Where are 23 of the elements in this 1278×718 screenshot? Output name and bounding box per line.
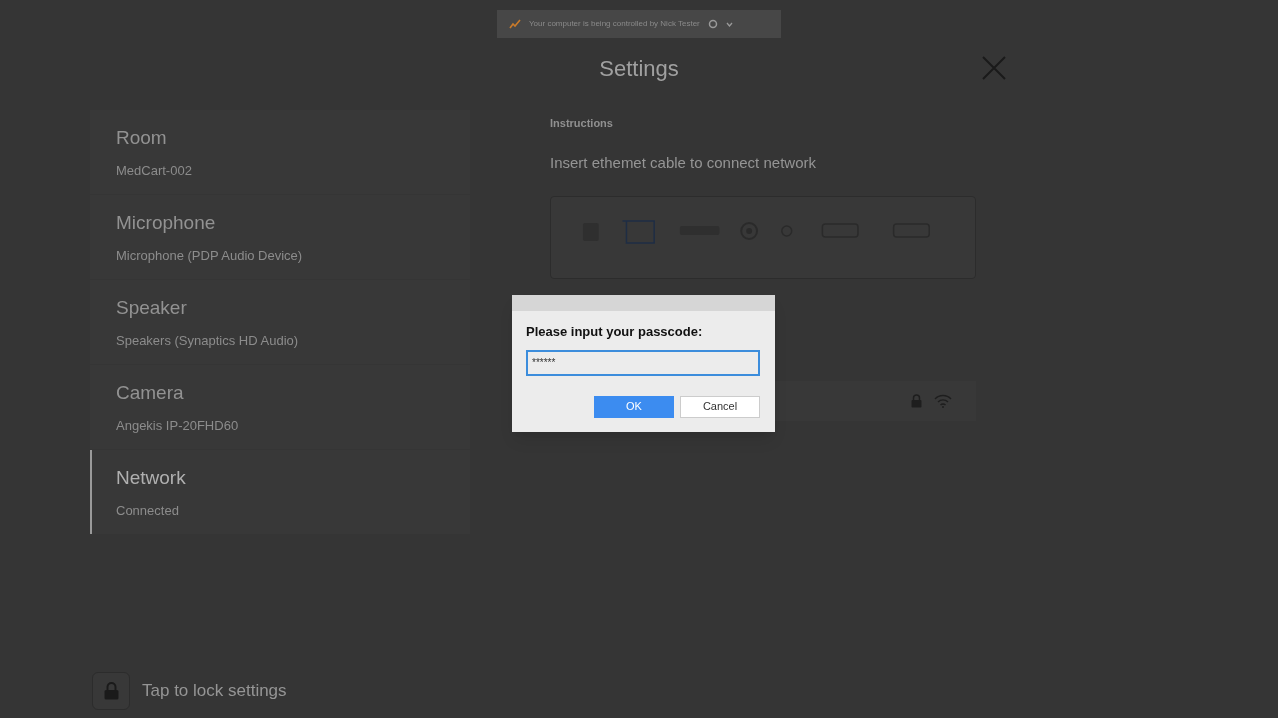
item-label: Network — [116, 466, 187, 490]
item-value: Microphone (PDP Audio Device) — [116, 246, 304, 265]
item-label: Room — [116, 126, 168, 150]
lock-settings-label: Tap to lock settings — [142, 680, 287, 703]
item-value: Angekis IP-20FHD60 — [116, 416, 240, 435]
item-value: Speakers (Synaptics HD Audio) — [116, 331, 300, 350]
dialog-prompt: Please input your passcode: — [526, 323, 704, 341]
instructions-heading: Instructions — [550, 116, 614, 131]
chart-logo-icon — [509, 19, 521, 29]
item-label: Speaker — [116, 296, 188, 320]
passcode-field[interactable]: ****** — [526, 349, 760, 376]
page-title: Settings — [599, 54, 679, 83]
instructions-text: Insert ethemet cable to connect network — [550, 152, 817, 173]
cancel-button[interactable]: Cancel — [680, 395, 760, 418]
chevron-down-icon[interactable] — [725, 21, 733, 27]
item-value: MedCart-002 — [116, 161, 193, 180]
wifi-icon — [934, 394, 952, 408]
lock-icon — [911, 394, 922, 408]
lock-icon — [103, 682, 119, 700]
ok-button[interactable]: OK — [594, 395, 674, 418]
item-label: Microphone — [116, 211, 217, 235]
item-label: Camera — [116, 381, 185, 405]
item-value: Connected — [116, 501, 180, 520]
